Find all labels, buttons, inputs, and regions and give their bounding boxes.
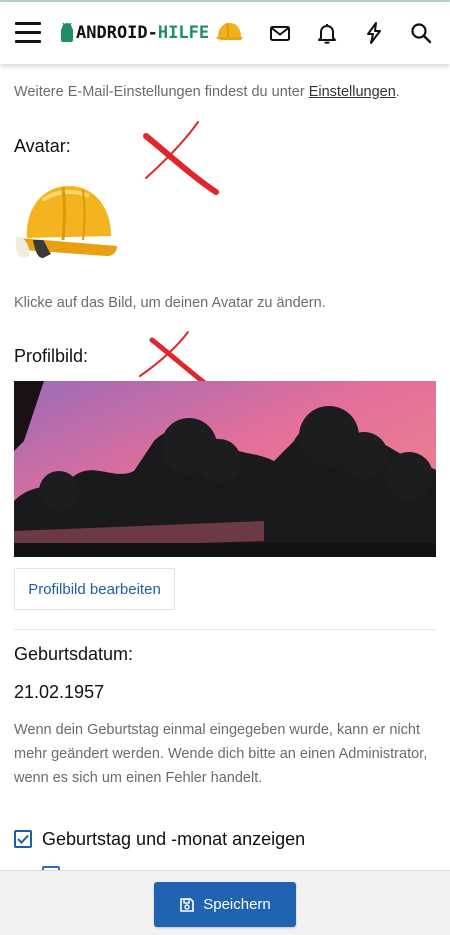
- site-logo[interactable]: ANDROID-HILFE: [60, 20, 209, 46]
- settings-link[interactable]: Einstellungen: [309, 84, 396, 100]
- avatar-hint: Klicke auf das Bild, um deinen Avatar zu…: [14, 295, 326, 311]
- profile-banner-image[interactable]: [14, 381, 436, 557]
- show-birthday-checkbox[interactable]: [14, 830, 32, 848]
- avatar-helmet-icon[interactable]: [214, 19, 244, 45]
- save-icon: [180, 897, 195, 912]
- menu-icon[interactable]: [15, 22, 41, 44]
- logo-text: ANDROID-HILFE: [76, 23, 210, 43]
- lightning-icon[interactable]: [362, 21, 386, 45]
- avatar-helmet-image[interactable]: [13, 180, 119, 268]
- save-button[interactable]: Speichern: [154, 882, 296, 927]
- red-cross-annotation-profile: [139, 331, 209, 387]
- show-birthday-checkbox-label[interactable]: Geburtstag und -monat anzeigen: [42, 829, 305, 850]
- search-icon[interactable]: [409, 21, 433, 45]
- sticky-footer: Speichern: [0, 870, 450, 935]
- section-divider: [14, 629, 436, 630]
- avatar-label: Avatar:: [14, 136, 71, 156]
- birthday-note: Wenn dein Geburtstag einmal eingegeben w…: [14, 722, 428, 786]
- profile-image-label: Profilbild:: [14, 346, 89, 366]
- red-cross-annotation-avatar: [143, 121, 219, 195]
- mail-icon[interactable]: [268, 21, 292, 45]
- android-logo-icon: [61, 22, 73, 42]
- check-icon: [17, 834, 29, 844]
- birthday-label: Geburtsdatum:: [14, 644, 134, 664]
- edit-profile-image-button[interactable]: Profilbild bearbeiten: [14, 568, 175, 610]
- top-app-bar: ANDROID-HILFE: [0, 2, 450, 64]
- save-button-label: Speichern: [203, 896, 271, 913]
- bell-icon[interactable]: [315, 21, 339, 45]
- birthday-value: 21.02.1957: [14, 682, 105, 702]
- email-settings-hint: Weitere E-Mail-Einstellungen findest du …: [14, 84, 400, 100]
